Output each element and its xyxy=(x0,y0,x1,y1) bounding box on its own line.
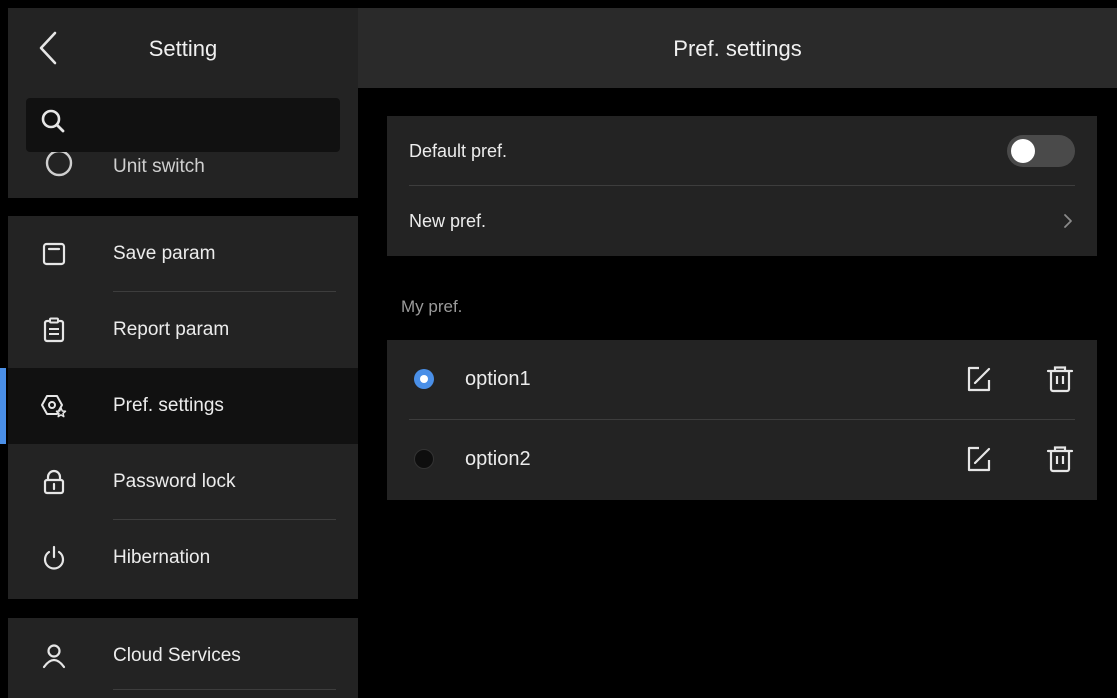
sidebar-header: Setting xyxy=(8,8,358,88)
search-input[interactable] xyxy=(26,98,340,152)
sidebar-group-cloud: Cloud Services xyxy=(8,618,358,698)
new-pref-label: New pref. xyxy=(409,211,487,231)
sidebar-item-label: Pref. settings xyxy=(113,395,224,416)
sidebar-item-label: Cloud Services xyxy=(113,645,241,666)
trash-icon xyxy=(1046,366,1074,393)
option1-radio[interactable] xyxy=(414,369,434,389)
default-pref-label: Default pref. xyxy=(409,141,508,161)
edit-icon xyxy=(967,446,991,472)
sidebar-item-label: Password lock xyxy=(113,471,236,492)
my-pref-section-label: My pref. xyxy=(401,297,463,316)
sidebar-item-hibernation[interactable]: Hibernation xyxy=(8,520,358,596)
new-pref-row[interactable]: New pref. xyxy=(387,186,1097,256)
save-icon xyxy=(42,242,66,266)
delete-button[interactable] xyxy=(1045,444,1075,474)
option-label: option1 xyxy=(465,368,531,390)
power-icon xyxy=(43,545,65,570)
main-header: Pref. settings xyxy=(358,8,1117,88)
sidebar-item-pref-settings[interactable]: Pref. settings xyxy=(0,368,358,444)
unit-switch-icon xyxy=(45,149,73,177)
edit-button[interactable] xyxy=(965,365,993,393)
sidebar-item-cloud-services[interactable]: Cloud Services xyxy=(8,618,358,694)
sidebar-item-label: Hibernation xyxy=(113,547,211,568)
sidebar-item-password-lock[interactable]: Password lock xyxy=(8,444,358,520)
user-icon xyxy=(42,644,66,669)
option-label: option2 xyxy=(465,448,531,470)
search-icon xyxy=(41,109,65,133)
option2-radio[interactable] xyxy=(414,449,434,469)
list-item[interactable]: option2 xyxy=(387,420,1097,500)
active-indicator xyxy=(0,368,6,444)
sidebar-group-main: Save param Report param Pref. settings P… xyxy=(0,216,358,599)
divider xyxy=(113,689,336,690)
sidebar: Setting Unit switch Save param Report pa… xyxy=(0,0,358,698)
page-title: Pref. settings xyxy=(673,36,802,61)
edit-icon xyxy=(967,366,991,392)
list-item[interactable]: option1 xyxy=(387,340,1097,420)
sidebar-title: Setting xyxy=(148,36,218,61)
default-pref-row: Default pref. xyxy=(387,116,1097,186)
delete-button[interactable] xyxy=(1045,364,1075,394)
pref-general-card: Default pref. New pref. xyxy=(387,116,1097,256)
toggle-knob xyxy=(1011,139,1035,163)
sidebar-item-unit-switch[interactable]: Unit switch xyxy=(8,149,358,190)
pref-settings-icon xyxy=(41,395,67,418)
sidebar-item-label: Unit switch xyxy=(113,156,205,177)
sidebar-item-label: Report param xyxy=(113,319,230,340)
default-pref-toggle[interactable] xyxy=(1007,135,1075,167)
sidebar-item-report-param[interactable]: Report param xyxy=(8,292,358,368)
trash-icon xyxy=(1046,446,1074,473)
sidebar-top-panel: Setting Unit switch xyxy=(8,8,358,198)
my-pref-card: option1 option2 xyxy=(387,340,1097,500)
edit-button[interactable] xyxy=(965,445,993,473)
clipboard-icon xyxy=(43,317,65,343)
sidebar-item-save-param[interactable]: Save param xyxy=(8,216,358,292)
main-panel: Pref. settings Default pref. New pref. M… xyxy=(358,0,1117,698)
chevron-right-icon xyxy=(1064,214,1072,228)
lock-icon xyxy=(43,469,65,495)
sidebar-item-label: Save param xyxy=(113,243,216,264)
